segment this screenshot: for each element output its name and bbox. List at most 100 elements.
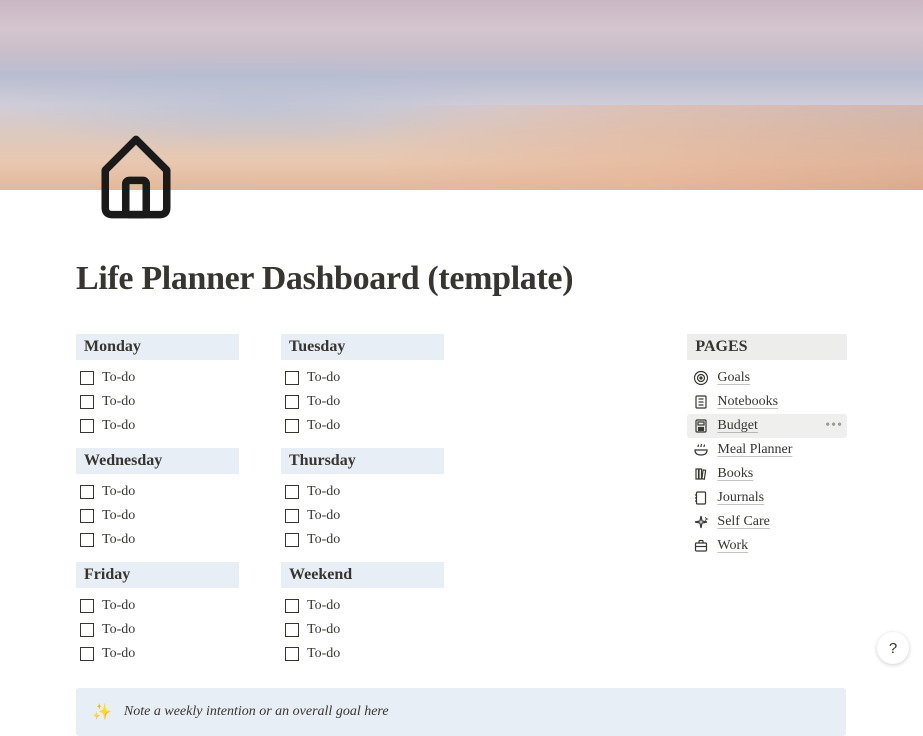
briefcase-icon bbox=[693, 538, 709, 554]
checkbox-icon[interactable] bbox=[80, 485, 94, 499]
page-link-journals[interactable]: Journals bbox=[687, 486, 847, 510]
todo-item[interactable]: To-do bbox=[76, 414, 239, 438]
todo-item[interactable]: To-do bbox=[281, 480, 444, 504]
page-link-budget[interactable]: Budget ••• bbox=[687, 414, 847, 438]
page-label: Self Care bbox=[717, 514, 769, 530]
day-header[interactable]: Wednesday bbox=[76, 448, 239, 474]
bowl-icon bbox=[693, 442, 709, 458]
weekly-intention-callout[interactable]: ✨ Note a weekly intention or an overall … bbox=[76, 688, 846, 736]
day-column-friday: Friday To-do To-do To-do bbox=[76, 562, 239, 666]
todo-label: To-do bbox=[102, 622, 135, 638]
day-column-weekend: Weekend To-do To-do To-do bbox=[281, 562, 444, 666]
todo-item[interactable]: To-do bbox=[281, 504, 444, 528]
todo-item[interactable]: To-do bbox=[76, 528, 239, 552]
callout-text: Note a weekly intention or an overall go… bbox=[124, 704, 389, 720]
sparkles-emoji-icon: ✨ bbox=[92, 702, 112, 722]
more-icon[interactable]: ••• bbox=[825, 418, 843, 434]
todo-label: To-do bbox=[307, 646, 340, 662]
checkbox-icon[interactable] bbox=[80, 647, 94, 661]
day-column-wednesday: Wednesday To-do To-do To-do bbox=[76, 448, 239, 552]
day-column-tuesday: Tuesday To-do To-do To-do bbox=[281, 334, 444, 438]
checkbox-icon[interactable] bbox=[80, 623, 94, 637]
checkbox-icon[interactable] bbox=[285, 395, 299, 409]
todo-label: To-do bbox=[102, 646, 135, 662]
checkbox-icon[interactable] bbox=[285, 647, 299, 661]
todo-item[interactable]: To-do bbox=[76, 642, 239, 666]
todo-item[interactable]: To-do bbox=[76, 618, 239, 642]
todo-item[interactable]: To-do bbox=[281, 618, 444, 642]
page-label: Work bbox=[717, 538, 748, 554]
checkbox-icon[interactable] bbox=[80, 533, 94, 547]
page-link-meal-planner[interactable]: Meal Planner bbox=[687, 438, 847, 462]
todo-label: To-do bbox=[307, 598, 340, 614]
todo-label: To-do bbox=[307, 508, 340, 524]
checkbox-icon[interactable] bbox=[285, 371, 299, 385]
day-header[interactable]: Thursday bbox=[281, 448, 444, 474]
weekly-grid: Monday To-do To-do To-do Tuesday To-do T… bbox=[76, 334, 647, 666]
help-label: ? bbox=[889, 640, 897, 657]
page-title[interactable]: Life Planner Dashboard (template) bbox=[76, 260, 847, 298]
calculator-icon bbox=[693, 418, 709, 434]
todo-item[interactable]: To-do bbox=[281, 642, 444, 666]
day-header[interactable]: Tuesday bbox=[281, 334, 444, 360]
page-link-work[interactable]: Work bbox=[687, 534, 847, 558]
day-header[interactable]: Monday bbox=[76, 334, 239, 360]
checkbox-icon[interactable] bbox=[80, 599, 94, 613]
checkbox-icon[interactable] bbox=[285, 485, 299, 499]
pages-header[interactable]: PAGES bbox=[687, 334, 847, 360]
todo-label: To-do bbox=[102, 508, 135, 524]
page-link-self-care[interactable]: Self Care bbox=[687, 510, 847, 534]
page-label: Budget bbox=[717, 418, 757, 434]
day-header[interactable]: Weekend bbox=[281, 562, 444, 588]
checkbox-icon[interactable] bbox=[285, 419, 299, 433]
bookshelf-icon bbox=[693, 466, 709, 482]
todo-label: To-do bbox=[102, 484, 135, 500]
checkbox-icon[interactable] bbox=[80, 509, 94, 523]
page-label: Goals bbox=[717, 370, 750, 386]
todo-label: To-do bbox=[102, 418, 135, 434]
day-column-thursday: Thursday To-do To-do To-do bbox=[281, 448, 444, 552]
page-label: Journals bbox=[717, 490, 764, 506]
day-column-monday: Monday To-do To-do To-do bbox=[76, 334, 239, 438]
checkbox-icon[interactable] bbox=[285, 623, 299, 637]
todo-item[interactable]: To-do bbox=[281, 414, 444, 438]
todo-label: To-do bbox=[307, 532, 340, 548]
todo-item[interactable]: To-do bbox=[281, 366, 444, 390]
page-home-icon[interactable] bbox=[95, 130, 177, 224]
todo-item[interactable]: To-do bbox=[281, 594, 444, 618]
notebook-icon bbox=[693, 394, 709, 410]
checkbox-icon[interactable] bbox=[285, 509, 299, 523]
page-link-notebooks[interactable]: Notebooks bbox=[687, 390, 847, 414]
todo-label: To-do bbox=[102, 598, 135, 614]
target-icon bbox=[693, 370, 709, 386]
page-link-books[interactable]: Books bbox=[687, 462, 847, 486]
checkbox-icon[interactable] bbox=[80, 395, 94, 409]
sparkle-icon bbox=[693, 514, 709, 530]
todo-label: To-do bbox=[102, 532, 135, 548]
todo-label: To-do bbox=[307, 370, 340, 386]
todo-item[interactable]: To-do bbox=[76, 594, 239, 618]
todo-label: To-do bbox=[102, 370, 135, 386]
todo-item[interactable]: To-do bbox=[76, 504, 239, 528]
page-label: Books bbox=[717, 466, 753, 482]
todo-item[interactable]: To-do bbox=[76, 366, 239, 390]
checkbox-icon[interactable] bbox=[80, 419, 94, 433]
todo-label: To-do bbox=[307, 394, 340, 410]
day-header[interactable]: Friday bbox=[76, 562, 239, 588]
todo-item[interactable]: To-do bbox=[76, 390, 239, 414]
todo-label: To-do bbox=[307, 622, 340, 638]
journal-icon bbox=[693, 490, 709, 506]
todo-label: To-do bbox=[307, 418, 340, 434]
todo-item[interactable]: To-do bbox=[281, 528, 444, 552]
checkbox-icon[interactable] bbox=[285, 533, 299, 547]
checkbox-icon[interactable] bbox=[80, 371, 94, 385]
page-link-goals[interactable]: Goals bbox=[687, 366, 847, 390]
todo-item[interactable]: To-do bbox=[76, 480, 239, 504]
todo-label: To-do bbox=[102, 394, 135, 410]
todo-label: To-do bbox=[307, 484, 340, 500]
page-label: Notebooks bbox=[717, 394, 778, 410]
checkbox-icon[interactable] bbox=[285, 599, 299, 613]
todo-item[interactable]: To-do bbox=[281, 390, 444, 414]
help-button[interactable]: ? bbox=[877, 632, 909, 664]
pages-column: PAGES Goals Notebooks Budget ••• Meal Pl… bbox=[687, 334, 847, 666]
